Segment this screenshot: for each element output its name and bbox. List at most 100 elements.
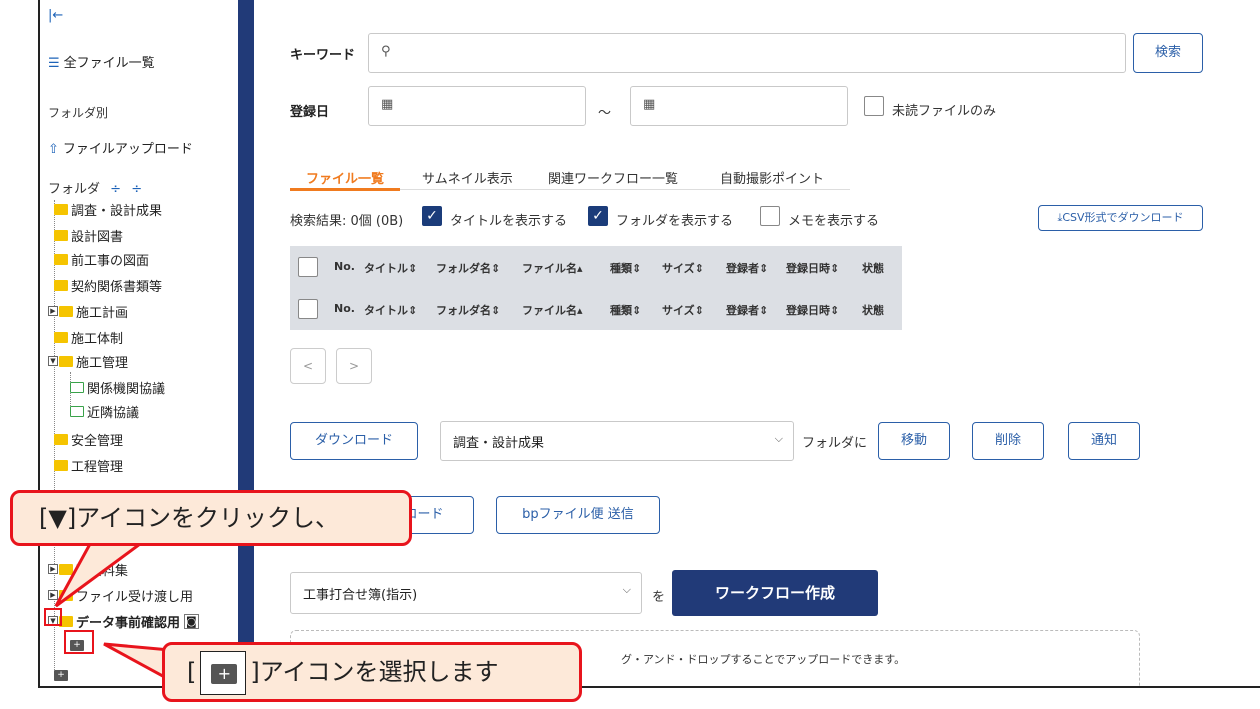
col-folder-label: フォルダ名 bbox=[436, 262, 491, 275]
create-workflow-button[interactable]: ワークフロー作成 bbox=[672, 570, 878, 616]
tree-folder-item[interactable]: 関係機関協議 bbox=[70, 376, 165, 398]
col-type[interactable]: 種類⇕ bbox=[610, 260, 641, 276]
tree-folder-item[interactable]: ▶ ファイル受け渡し用 bbox=[48, 584, 193, 606]
col-no[interactable]: No. bbox=[334, 302, 355, 315]
folder-icon bbox=[54, 253, 68, 265]
folder-icon bbox=[54, 331, 68, 343]
csv-download-button[interactable]: ⤓CSV形式でダウンロード bbox=[1038, 205, 1203, 231]
col-filename[interactable]: ファイル名▴ bbox=[522, 260, 583, 276]
delete-button[interactable]: 削除 bbox=[972, 422, 1044, 460]
col-status[interactable]: 状態 bbox=[862, 260, 884, 276]
folder-label: 関係機関協議 bbox=[87, 381, 166, 397]
workflow-type-select[interactable]: 工事打合せ簿(指示) ⌵ bbox=[290, 572, 642, 614]
expand-icon[interactable]: ▶ bbox=[48, 590, 58, 600]
tree-folder-item[interactable]: 前工事の図面 bbox=[54, 248, 149, 270]
col-type-label: 種類 bbox=[610, 262, 632, 275]
camera-icon: ◙ bbox=[184, 613, 199, 629]
col-size[interactable]: サイズ⇕ bbox=[662, 260, 704, 276]
tree-folder-item[interactable]: 近隣協議 bbox=[70, 400, 139, 422]
add-folder-icon[interactable]: + bbox=[54, 669, 68, 681]
col-status[interactable]: 状態 bbox=[862, 302, 884, 318]
date-from-input[interactable]: ▦ bbox=[368, 86, 586, 126]
new-folder-button[interactable]: + bbox=[54, 664, 68, 686]
col-size[interactable]: サイズ⇕ bbox=[662, 302, 704, 318]
show-memo-label: メモを表示する bbox=[788, 214, 880, 229]
folder-label: 理資料集 bbox=[76, 563, 129, 579]
file-upload-link[interactable]: ⇧ ファイルアップロード bbox=[48, 138, 193, 157]
select-all-checkbox[interactable] bbox=[298, 299, 318, 319]
col-folder[interactable]: フォルダ名⇕ bbox=[436, 302, 500, 318]
folder-label: 施工管理 bbox=[76, 355, 129, 371]
tree-folder-item[interactable]: ▶ 施工計画 bbox=[48, 300, 128, 322]
tree-folder-item[interactable]: ▼ 施工管理 bbox=[48, 350, 128, 372]
folder-label: 設計図書 bbox=[71, 229, 124, 245]
all-files-link[interactable]: ☰ 全ファイル一覧 bbox=[48, 52, 155, 71]
folder-label: 安全管理 bbox=[71, 433, 124, 449]
col-size-label: サイズ bbox=[662, 304, 695, 317]
tree-folder-item[interactable]: 調査・設計成果 bbox=[54, 198, 162, 220]
unread-only-checkbox[interactable] bbox=[864, 96, 884, 116]
col-datetime[interactable]: 登録日時⇕ bbox=[786, 302, 839, 318]
tab-file-list[interactable]: ファイル一覧 bbox=[306, 168, 384, 187]
tree-folder-item[interactable]: 契約関係書類等 bbox=[54, 274, 162, 296]
folder-label: 契約関係書類等 bbox=[71, 279, 163, 295]
col-registrant[interactable]: 登録者⇕ bbox=[726, 302, 768, 318]
expand-icon[interactable]: ▶ bbox=[48, 306, 58, 316]
col-datetime[interactable]: 登録日時⇕ bbox=[786, 260, 839, 276]
keyword-input[interactable]: ⚲ bbox=[368, 33, 1126, 73]
col-datetime-label: 登録日時 bbox=[786, 262, 830, 275]
folder-icon bbox=[59, 563, 73, 575]
download-button[interactable]: ダウンロード bbox=[290, 422, 418, 460]
tree-folder-item-selected[interactable]: ▼ データ事前確認用 ◙ bbox=[48, 610, 199, 632]
callout-step-2-open: [ bbox=[187, 658, 197, 686]
pager-prev-button[interactable]: < bbox=[290, 348, 326, 384]
folder-header: フォルダ ÷ ÷ bbox=[48, 178, 142, 197]
show-title-checkbox[interactable]: ✓ bbox=[422, 206, 442, 226]
folder-label: 工程管理 bbox=[71, 459, 124, 475]
folder-icon bbox=[59, 305, 73, 317]
app-frame: |← ☰ 全ファイル一覧 フォルダ別 ⇧ ファイルアップロード フォルダ ÷ ÷ 調… bbox=[38, 0, 1260, 688]
tree-folder-item[interactable]: 工程管理 bbox=[54, 454, 123, 476]
pager-next-button[interactable]: > bbox=[336, 348, 372, 384]
tree-folder-item[interactable]: 設計図書 bbox=[54, 224, 123, 246]
col-no[interactable]: No. bbox=[334, 260, 355, 273]
expand-all-icon[interactable]: ÷ bbox=[110, 182, 121, 197]
folder-icon bbox=[54, 203, 68, 215]
folder-label: 調査・設計成果 bbox=[71, 203, 163, 219]
workflow-particle: を bbox=[652, 590, 666, 605]
collapse-left-icon[interactable]: |← bbox=[48, 8, 63, 23]
bp-send-button[interactable]: bpファイル便 送信 bbox=[496, 496, 660, 534]
tab-bar: ファイル一覧 サムネイル表示 関連ワークフロー一覧 自動撮影ポイント bbox=[290, 166, 850, 191]
tab-related-workflow[interactable]: 関連ワークフロー一覧 bbox=[548, 168, 678, 187]
col-filename[interactable]: ファイル名▴ bbox=[522, 302, 583, 318]
folder-label: 施工計画 bbox=[76, 305, 129, 321]
callout-step-2-text: ]アイコンを選択します bbox=[250, 658, 499, 686]
col-type[interactable]: 種類⇕ bbox=[610, 302, 641, 318]
date-to-input[interactable]: ▦ bbox=[630, 86, 848, 126]
folder-suffix-label: フォルダに bbox=[802, 436, 868, 451]
search-button[interactable]: 検索 bbox=[1133, 33, 1203, 73]
tab-auto-capture[interactable]: 自動撮影ポイント bbox=[720, 168, 824, 187]
col-registrant[interactable]: 登録者⇕ bbox=[726, 260, 768, 276]
show-folder-checkbox[interactable]: ✓ bbox=[588, 206, 608, 226]
col-title-label: タイトル bbox=[364, 262, 408, 275]
target-folder-select[interactable]: 調査・設計成果 ⌵ bbox=[440, 421, 794, 461]
expand-icon[interactable]: ▶ bbox=[48, 564, 58, 574]
tab-thumbnail[interactable]: サムネイル表示 bbox=[422, 168, 513, 187]
col-title[interactable]: タイトル⇕ bbox=[364, 260, 417, 276]
select-all-checkbox[interactable] bbox=[298, 257, 318, 277]
show-memo-checkbox[interactable] bbox=[760, 206, 780, 226]
folder-label: 前工事の図面 bbox=[71, 253, 150, 269]
collapse-all-icon[interactable]: ÷ bbox=[131, 182, 142, 197]
add-folder-icon-sample: + bbox=[200, 651, 247, 695]
col-type-label: 種類 bbox=[610, 304, 632, 317]
tree-folder-item[interactable]: 施工体制 bbox=[54, 326, 123, 348]
move-button[interactable]: 移動 bbox=[878, 422, 950, 460]
notify-button[interactable]: 通知 bbox=[1068, 422, 1140, 460]
tree-folder-item[interactable]: ▶ 理資料集 bbox=[48, 558, 128, 580]
folder-icon bbox=[54, 229, 68, 241]
collapse-icon[interactable]: ▼ bbox=[48, 356, 58, 366]
col-folder[interactable]: フォルダ名⇕ bbox=[436, 260, 500, 276]
tree-folder-item[interactable]: 安全管理 bbox=[54, 428, 123, 450]
col-title[interactable]: タイトル⇕ bbox=[364, 302, 417, 318]
